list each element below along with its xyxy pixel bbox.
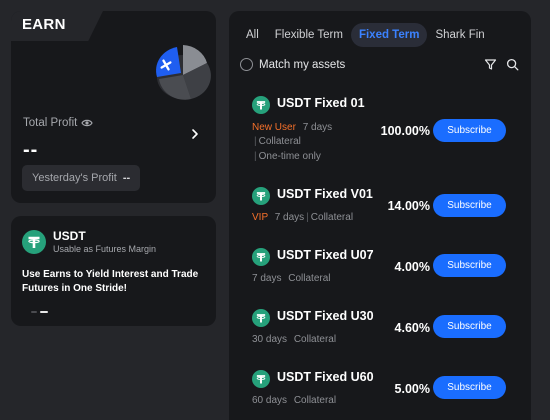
product-tag: New User bbox=[252, 122, 296, 133]
yesterday-profit-pill: Yesterday's Profit -- bbox=[22, 165, 141, 191]
product-rate: 4.60% bbox=[394, 321, 430, 335]
product-rate: 100.00% bbox=[380, 124, 430, 138]
product-name: USDT Fixed U07 bbox=[277, 248, 374, 262]
yesterday-profit-label: Yesterday's Profit bbox=[32, 172, 117, 184]
usdt-description: Use Earns to Yield Interest and Trade Fu… bbox=[22, 269, 199, 294]
product-item: USDT Fixed U60 60 days Collateral 5.00% … bbox=[252, 370, 522, 410]
tether-logo-icon bbox=[22, 230, 46, 254]
product-collateral: Collateral bbox=[293, 395, 337, 406]
tab-flexible-term[interactable]: Flexible Term bbox=[267, 23, 351, 47]
eye-icon[interactable] bbox=[81, 118, 94, 128]
tether-logo-icon bbox=[252, 248, 270, 266]
product-collateral: Collateral bbox=[288, 273, 331, 284]
product-item: USDT Fixed 01 New User 7 days | Collatera… bbox=[252, 96, 522, 166]
term-tabs: All Flexible Term Fixed Term Shark Fin bbox=[238, 23, 493, 47]
product-name: USDT Fixed 01 bbox=[277, 96, 365, 110]
earn-summary-card: EARN Total Profit -- Yesterday's Profit … bbox=[11, 11, 216, 203]
product-days: 30 days bbox=[252, 334, 288, 345]
earn-title: EARN bbox=[22, 16, 66, 33]
product-panel: All Flexible Term Fixed Term Shark Fin M… bbox=[229, 11, 531, 420]
carousel-dot-active[interactable] bbox=[40, 311, 48, 313]
match-assets-toggle[interactable]: Match my assets bbox=[240, 58, 345, 71]
tab-fixed-term[interactable]: Fixed Term bbox=[350, 23, 428, 47]
product-days: 7 days bbox=[274, 212, 305, 223]
carousel-dot[interactable] bbox=[31, 311, 37, 313]
product-name: USDT Fixed U30 bbox=[277, 309, 374, 323]
product-days: 60 days bbox=[252, 395, 288, 406]
subscribe-button[interactable]: Subscribe bbox=[433, 119, 506, 142]
product-rate: 4.00% bbox=[394, 260, 430, 274]
product-item: USDT Fixed U30 30 days Collateral 4.60% … bbox=[252, 309, 522, 349]
product-meta: New User 7 days bbox=[252, 122, 332, 133]
product-collateral: Collateral bbox=[293, 334, 337, 345]
match-assets-radio[interactable] bbox=[240, 58, 253, 71]
usdt-promo-card[interactable]: USDT Usable as Futures Margin Use Earns … bbox=[11, 216, 216, 326]
total-profit-row: Total Profit bbox=[23, 117, 94, 129]
product-collateral: Collateral bbox=[258, 136, 301, 147]
yesterday-profit-value: -- bbox=[122, 172, 131, 184]
tab-all[interactable]: All bbox=[238, 23, 267, 47]
product-meta: 60 days Collateral bbox=[252, 395, 336, 406]
tether-logo-icon bbox=[252, 96, 270, 114]
product-rate: 5.00% bbox=[394, 382, 430, 396]
product-name: USDT Fixed V01 bbox=[277, 187, 373, 201]
subscribe-button[interactable]: Subscribe bbox=[433, 315, 506, 338]
product-meta-line: | Collateral bbox=[254, 136, 301, 147]
product-meta: 30 days Collateral bbox=[252, 334, 336, 345]
tab-shark-fin[interactable]: Shark Fin bbox=[427, 23, 492, 47]
usdt-name: USDT bbox=[53, 229, 86, 243]
tether-logo-icon bbox=[252, 370, 270, 388]
usdt-subtitle: Usable as Futures Margin bbox=[53, 244, 157, 254]
product-collateral: Collateral bbox=[310, 212, 354, 223]
product-meta: VIP 7 days | Collateral bbox=[252, 212, 354, 223]
product-days: 7 days bbox=[302, 122, 333, 133]
total-profit-label: Total Profit bbox=[23, 117, 78, 129]
filter-icon[interactable] bbox=[484, 58, 497, 71]
product-item: USDT Fixed V01 VIP 7 days | Collateral 14.… bbox=[252, 187, 522, 227]
product-tag: VIP bbox=[252, 212, 268, 223]
product-meta: 7 days Collateral bbox=[252, 273, 331, 284]
product-rate: 14.00% bbox=[387, 199, 430, 213]
chevron-right-icon[interactable] bbox=[189, 127, 201, 141]
subscribe-button[interactable]: Subscribe bbox=[433, 376, 506, 399]
product-item: USDT Fixed U07 7 days Collateral 4.00% S… bbox=[252, 248, 522, 288]
match-assets-label: Match my assets bbox=[259, 58, 346, 71]
subscribe-button[interactable]: Subscribe bbox=[433, 194, 506, 217]
search-icon[interactable] bbox=[506, 58, 519, 71]
product-days: 7 days bbox=[252, 273, 282, 284]
product-name: USDT Fixed U60 bbox=[277, 370, 374, 384]
pie-chart-illustration bbox=[156, 45, 211, 100]
subscribe-button[interactable]: Subscribe bbox=[433, 254, 506, 277]
product-one-time: One-time only bbox=[258, 151, 321, 162]
product-meta-line: | One-time only bbox=[254, 151, 321, 162]
total-profit-value: -- bbox=[23, 139, 39, 161]
tether-logo-icon bbox=[252, 309, 270, 327]
tether-logo-icon bbox=[252, 187, 270, 205]
